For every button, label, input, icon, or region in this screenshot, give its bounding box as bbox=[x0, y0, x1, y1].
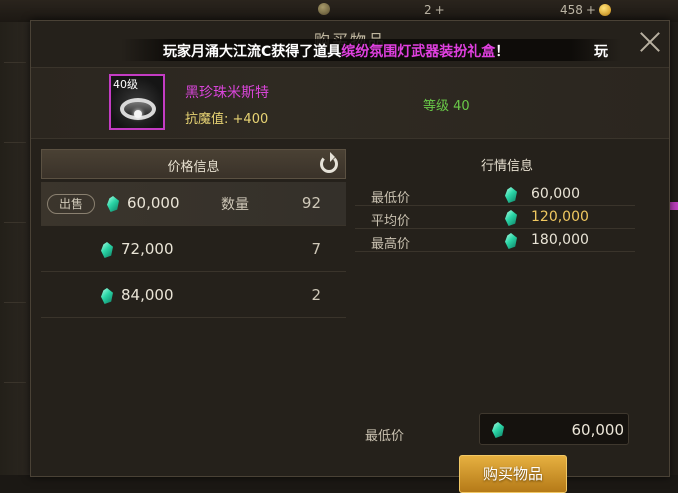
background-stat-2-value: 458 bbox=[560, 3, 583, 17]
ring-item-icon[interactable]: 40级 bbox=[109, 74, 165, 130]
coin-icon bbox=[318, 3, 330, 15]
broadcast-tail: 玩 bbox=[594, 44, 608, 60]
price-input-value: 60,000 bbox=[571, 421, 625, 439]
background-left-panel bbox=[0, 22, 30, 475]
item-stat: 抗魔值: +400 bbox=[185, 108, 268, 127]
background-top-bar: 2 + 458 + bbox=[0, 0, 678, 22]
market-row-average: 平均价 120,000 bbox=[355, 206, 635, 229]
pearl-shape bbox=[134, 110, 142, 118]
coin-icon bbox=[598, 4, 611, 16]
row-qty: 7 bbox=[311, 240, 321, 258]
gem-icon bbox=[101, 242, 113, 258]
gem-icon bbox=[505, 187, 517, 203]
market-info-title: 行情信息 bbox=[480, 159, 533, 174]
market-row-min: 最低价 60,000 bbox=[355, 183, 635, 206]
row-qty: 92 bbox=[301, 194, 321, 212]
market-row-max: 最高价 180,000 bbox=[355, 229, 635, 252]
divider bbox=[4, 62, 26, 63]
price-row[interactable]: 出售 60,000 数量 92 bbox=[41, 182, 346, 226]
market-label: 最高价 bbox=[371, 237, 411, 252]
broadcast-marquee: 玩家月涌大江流C获得了道具缤纷氛围灯武器装扮礼盒！ 玩 bbox=[121, 39, 621, 61]
gem-icon bbox=[505, 233, 517, 249]
price-row[interactable]: 84,000 2 bbox=[41, 274, 346, 318]
divider bbox=[4, 382, 26, 383]
refresh-icon[interactable] bbox=[320, 152, 338, 173]
price-info-panel: 价格信息 出售 60,000 数量 92 72,000 7 84,000 2 bbox=[41, 147, 346, 477]
broadcast-text: 玩家月涌大江流C获得了道具缤纷氛围灯武器装扮礼盒！ bbox=[163, 41, 509, 61]
item-level-requirement: 等级 40 bbox=[423, 99, 470, 114]
row-price: 60,000 bbox=[127, 194, 180, 212]
close-icon[interactable] bbox=[639, 31, 661, 53]
item-stat-label: 抗魔值: bbox=[185, 112, 229, 127]
item-level-badge: 40级 bbox=[113, 78, 138, 91]
item-name: 黑珍珠米斯特 bbox=[185, 85, 269, 101]
plus-icon: + bbox=[434, 3, 445, 17]
market-value: 120,000 bbox=[531, 209, 589, 225]
gem-icon bbox=[492, 422, 504, 438]
market-value: 60,000 bbox=[531, 186, 580, 202]
market-label: 平均价 bbox=[371, 214, 411, 229]
background-stat-2: 458 + bbox=[560, 3, 611, 17]
broadcast-prefix: 玩家月涌大江流C获得了道具 bbox=[163, 44, 342, 60]
background-stat-1: 2 + bbox=[424, 3, 445, 17]
item-info-band: 40级 黑珍珠米斯特 抗魔值: +400 等级 40 bbox=[31, 67, 669, 139]
notification-marker bbox=[670, 202, 678, 210]
background-stat-1-value: 2 bbox=[424, 3, 432, 17]
min-price-label: 最低价 bbox=[365, 429, 405, 444]
market-value: 180,000 bbox=[531, 232, 589, 248]
price-input[interactable]: 60,000 bbox=[479, 413, 629, 445]
gem-icon bbox=[505, 210, 517, 226]
broadcast-suffix: ！ bbox=[495, 44, 510, 60]
market-label: 最低价 bbox=[371, 191, 411, 206]
gem-icon bbox=[107, 196, 119, 212]
price-info-title: 价格信息 bbox=[167, 160, 220, 175]
row-price: 72,000 bbox=[121, 240, 174, 258]
purchase-dialog: 购买物品 玩家月涌大江流C获得了道具缤纷氛围灯武器装扮礼盒！ 玩 40级 黑珍珠… bbox=[30, 20, 670, 493]
row-price: 84,000 bbox=[121, 286, 174, 304]
row-qty: 2 bbox=[311, 286, 321, 304]
gem-icon bbox=[101, 288, 113, 304]
background-coin-stat bbox=[318, 3, 330, 15]
divider bbox=[4, 302, 26, 303]
sell-tag: 出售 bbox=[47, 194, 95, 214]
plus-icon: + bbox=[585, 3, 596, 17]
price-info-header: 价格信息 bbox=[41, 149, 346, 179]
price-row[interactable]: 72,000 7 bbox=[41, 228, 346, 272]
item-stat-value: +400 bbox=[232, 112, 269, 127]
divider bbox=[4, 222, 26, 223]
qty-label: 数量 bbox=[221, 197, 249, 213]
buy-button[interactable]: 购买物品 bbox=[459, 455, 567, 493]
market-info-panel: 行情信息 最低价 60,000 平均价 120,000 最高价 180,000 … bbox=[355, 147, 659, 493]
broadcast-item-name: 缤纷氛围灯武器装扮礼盒 bbox=[341, 44, 496, 60]
divider bbox=[4, 142, 26, 143]
